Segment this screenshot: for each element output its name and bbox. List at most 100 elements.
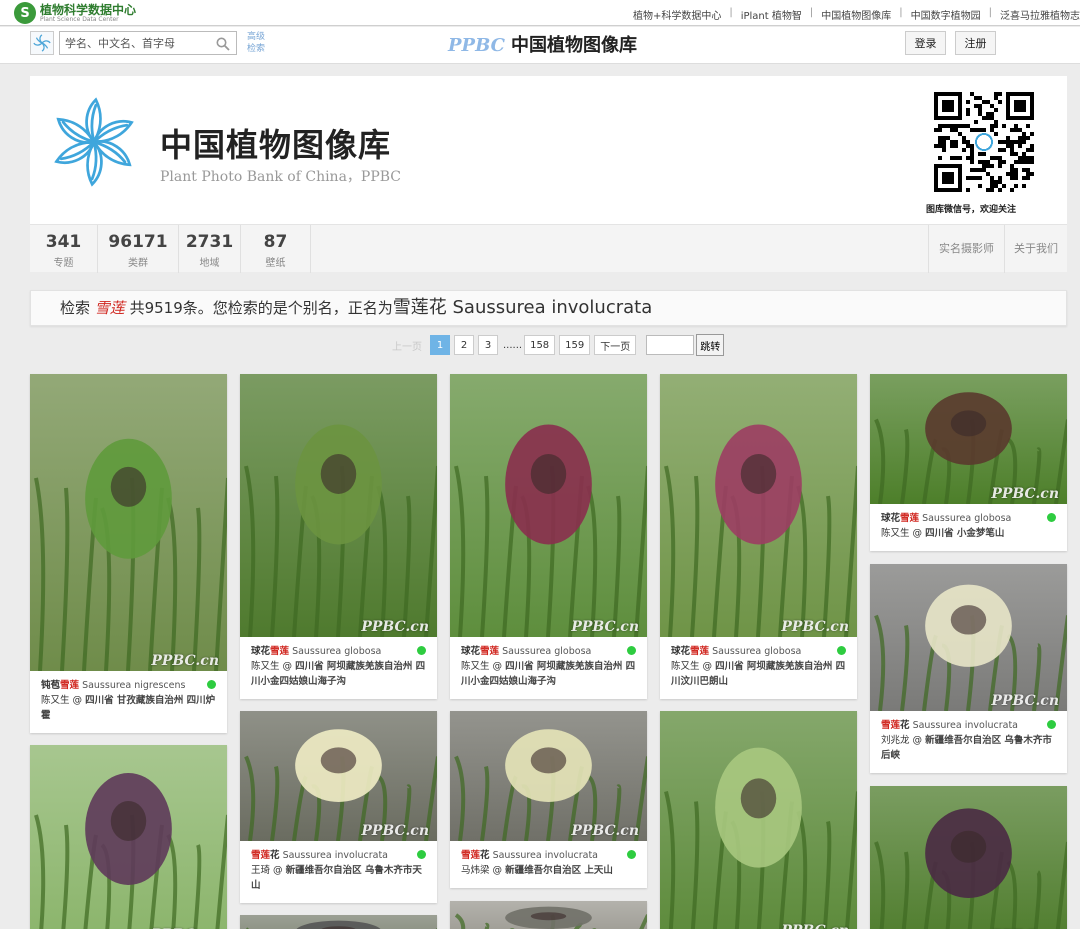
species-latin-name[interactable]: Saussurea globosa [922,513,1011,524]
top-link-himalaya-flora[interactable]: 泛喜马拉雅植物志 [1000,7,1080,22]
next-page-button[interactable]: 下一页 [594,335,637,355]
prev-page-button[interactable]: 上一页 [392,335,422,355]
species-cn-name[interactable]: 雪莲花 [881,720,910,731]
ppbc-watermark: PPBC.cn [781,923,849,929]
photographers-link[interactable]: 实名摄影师 [928,225,1004,273]
species-cn-name[interactable]: 钝苞雪莲 [41,680,79,691]
photo-card[interactable]: PPBC.cn 球花雪莲 Saussurea globosa 陈又生 @ 四川省 … [870,374,1067,551]
site-logo-cn: 植物科学数据中心 [40,2,137,17]
photo-card[interactable]: PPBC.cn 钝苞雪莲 Saussurea nigrescens 陈又生 @ 四… [30,374,227,733]
register-button[interactable]: 注册 [955,31,996,55]
plant-photo[interactable] [240,915,437,929]
page-1-button[interactable]: 1 [430,335,450,355]
photographer-name[interactable]: 陈又生 [881,528,910,539]
photo-location: 新疆维吾尔自治区 上天山 [505,865,613,876]
species-cn-suffix: 花 [900,720,910,731]
species-cn-name[interactable]: 球花雪莲 [671,646,709,657]
plant-photo[interactable]: PPBC.cn [870,786,1067,929]
status-dot-icon [417,850,426,859]
top-bar: S 植物科学数据中心 Plant Science Data Center 植物+… [0,0,1080,26]
photo-card[interactable]: PPBC.cn [870,786,1067,929]
plant-photo[interactable]: PPBC.cn [870,374,1067,504]
species-latin-name[interactable]: Saussurea involucrata [913,720,1018,731]
site-logo[interactable]: S 植物科学数据中心 Plant Science Data Center [14,2,136,24]
stat-wallpapers[interactable]: 87 壁纸 [241,225,311,273]
page-158-button[interactable]: 158 [524,335,556,355]
stat-taxa[interactable]: 96171 类群 [98,225,179,273]
advanced-search-link[interactable]: 高级检索 [247,31,269,55]
photo-card[interactable]: PPBC.cn [30,745,227,929]
species-latin-name[interactable]: Saussurea nigrescens [82,680,185,691]
photo-location: 四川省 小金梦笔山 [925,528,1005,539]
about-us-link[interactable]: 关于我们 [1004,225,1067,273]
plant-photo[interactable]: PPBC.cn [240,711,437,841]
photographer-name[interactable]: 马炜梁 [461,865,490,876]
status-dot-icon [837,646,846,655]
photographer-name[interactable]: 刘兆龙 [881,735,910,746]
species-cn-name[interactable]: 雪莲花 [251,850,280,861]
photographer-name[interactable]: 陈又生 [41,695,70,706]
photographer-name[interactable]: 王琦 [251,865,270,876]
species-cn-keyword: 雪莲 [480,646,500,657]
status-dot-icon [417,646,426,655]
top-link-iplant[interactable]: iPlant 植物智 [741,7,802,22]
plant-photo[interactable]: PPBC.cn [30,374,227,671]
plant-photo[interactable]: PPBC.cn [450,711,647,841]
photo-card[interactable] [450,901,647,929]
photographer-name[interactable]: 陈又生 [461,661,490,672]
photo-card[interactable]: PPBC.cn 雪莲花 Saussurea involucrata 王琦 @ 新疆… [240,711,437,903]
stat-taxa-label: 类群 [128,258,148,269]
photographer-name[interactable]: 陈又生 [671,661,700,672]
plant-photo[interactable]: PPBC.cn [870,564,1067,711]
login-button[interactable]: 登录 [905,31,946,55]
plant-photo[interactable]: PPBC.cn [660,374,857,637]
photo-card[interactable]: PPBC.cn 球花雪莲 Saussurea globosa 陈又生 @ 四川省 … [450,374,647,699]
plant-photo[interactable]: PPBC.cn [240,374,437,637]
page-jump-button[interactable]: 跳转 [696,334,725,356]
status-dot-icon [207,680,216,689]
photo-location: 新疆维吾尔自治区 乌鲁木齐市天山 [251,865,422,891]
page-2-button[interactable]: 2 [454,335,474,355]
page-jump-input[interactable] [646,335,695,355]
species-cn-name[interactable]: 球花雪莲 [881,513,919,524]
plant-photo[interactable]: PPBC.cn [660,711,857,929]
plant-photo[interactable]: PPBC.cn [450,374,647,637]
top-link-plant-data[interactable]: 植物+科学数据中心 [633,7,721,22]
species-cn-name[interactable]: 球花雪莲 [251,646,289,657]
ppbc-watermark: PPBC.cn [361,619,429,635]
photo-caption: 雪莲花 Saussurea involucrata 刘兆龙 @ 新疆维吾尔自治区… [870,711,1067,771]
plant-photo[interactable]: PPBC.cn [30,745,227,929]
stat-topics-label: 专题 [53,258,74,269]
search-icon[interactable] [216,36,230,55]
photo-card[interactable]: PPBC.cn 球花雪莲 Saussurea globosa 陈又生 @ 四川省 … [660,374,857,699]
species-cn-prefix: 球花 [251,646,271,657]
ppbc-small-logo-icon[interactable] [30,31,54,55]
photo-card[interactable]: PPBC.cn [660,711,857,929]
ppbc-watermark: PPBC.cn [361,823,429,839]
species-latin-name[interactable]: Saussurea involucrata [493,850,598,861]
species-latin-name[interactable]: Saussurea globosa [712,646,801,657]
notice-accepted-name[interactable]: 雪莲花 Saussurea involucrata [393,297,652,318]
species-cn-keyword: 雪莲 [251,850,271,861]
photographer-name[interactable]: 陈又生 [251,661,280,672]
species-cn-keyword: 雪莲 [270,646,290,657]
species-cn-name[interactable]: 雪莲花 [461,850,490,861]
ppbc-flower-logo-icon [48,96,140,192]
top-link-ppbc[interactable]: 中国植物图像库 [821,7,891,22]
stat-regions[interactable]: 2731 地域 [179,225,241,273]
photo-card[interactable]: PPBC.cn 球花雪莲 Saussurea globosa 陈又生 @ 四川省 … [240,374,437,699]
photo-card[interactable] [240,915,437,929]
species-latin-name[interactable]: Saussurea globosa [502,646,591,657]
photo-card[interactable]: PPBC.cn 雪莲花 Saussurea involucrata 刘兆龙 @ 新… [870,564,1067,773]
top-link-digital-garden[interactable]: 中国数字植物园 [911,7,981,22]
species-latin-name[interactable]: Saussurea involucrata [283,850,388,861]
plant-photo[interactable] [450,901,647,929]
stat-topics[interactable]: 341 专题 [30,225,98,273]
page-159-button[interactable]: 159 [559,335,591,355]
search-input[interactable] [60,32,210,55]
ppbc-watermark: PPBC.cn [991,693,1059,709]
species-latin-name[interactable]: Saussurea globosa [292,646,381,657]
photo-card[interactable]: PPBC.cn 雪莲花 Saussurea involucrata 马炜梁 @ 新… [450,711,647,888]
page-3-button[interactable]: 3 [478,335,498,355]
species-cn-name[interactable]: 球花雪莲 [461,646,499,657]
